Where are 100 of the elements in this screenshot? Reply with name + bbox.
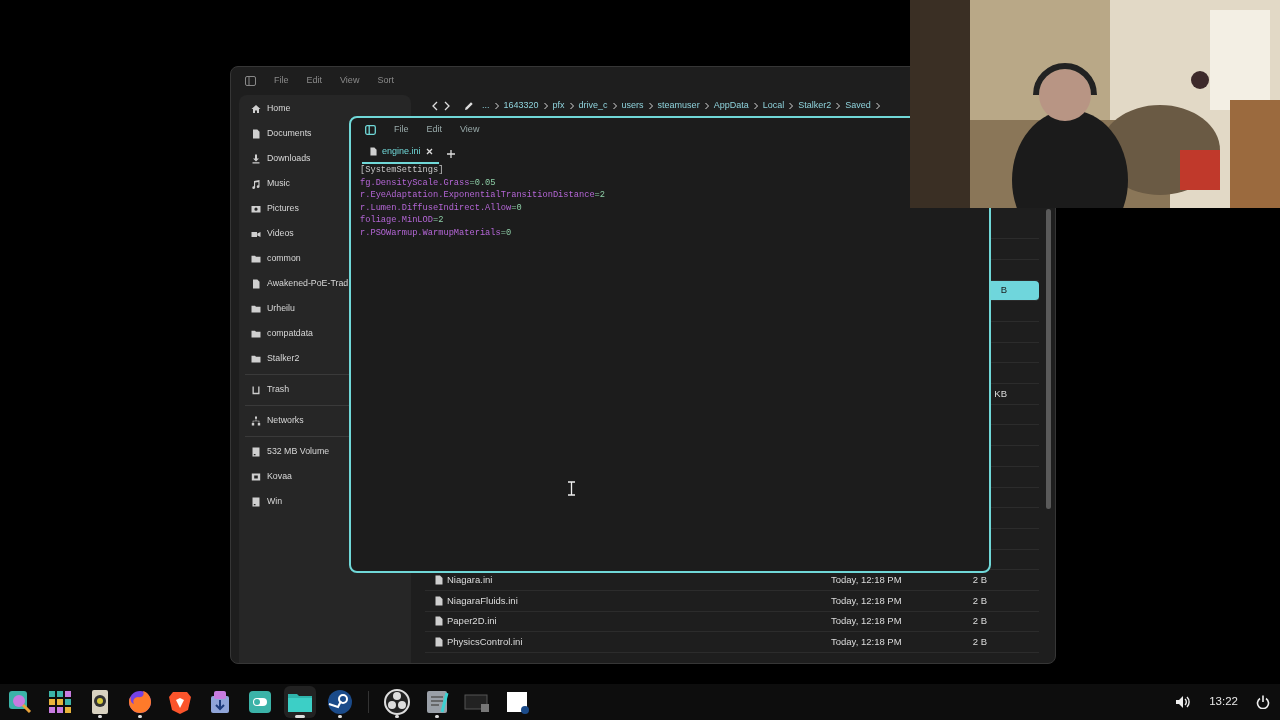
breadcrumb-link[interactable]: ... (482, 99, 490, 113)
browser-icon (126, 688, 154, 716)
chevron-icon (647, 101, 654, 111)
tab-label: engine.ini (382, 144, 421, 158)
volume-icon[interactable] (1175, 695, 1192, 709)
file-row[interactable]: NiagaraFluids.ini Today, 12:18 PM 2 B (425, 590, 1039, 612)
sidebar-item[interactable]: Downloads (239, 146, 311, 171)
text-cursor-icon (567, 481, 576, 496)
document-icon (251, 128, 261, 139)
file-size: 2 B (972, 636, 987, 648)
menu-item[interactable]: View (340, 74, 360, 88)
sidebar-item[interactable]: Networks (239, 408, 304, 433)
menu-item[interactable]: View (460, 123, 480, 137)
chevron-icon (752, 101, 759, 111)
modified-date: Today, 12:18 PM (831, 615, 902, 627)
chevron-icon (493, 101, 500, 111)
sidebar-toggle-icon[interactable] (245, 76, 256, 86)
file-size: KB (994, 387, 1007, 399)
back-icon[interactable] (431, 101, 439, 111)
sidebar-item[interactable]: Music (239, 171, 290, 196)
home-icon (251, 103, 261, 114)
file-name: Paper2D.ini (447, 614, 497, 629)
folder-icon (251, 328, 261, 339)
sidebar-item[interactable]: Awakened-PoE-Trad (239, 271, 349, 296)
scrollbar[interactable] (1046, 209, 1051, 509)
modified-date: Today, 12:18 PM (831, 594, 902, 606)
sidebar-item[interactable]: Urheilu (239, 296, 295, 321)
pencil-icon[interactable] (464, 101, 474, 111)
code-line: [SystemSettings] (360, 164, 444, 177)
breadcrumb-link[interactable]: Saved (845, 99, 871, 113)
breadcrumb-link[interactable]: AppData (713, 99, 749, 113)
chevron-icon (542, 101, 549, 111)
sidebar-item[interactable]: Kovaa (239, 464, 292, 489)
picture-icon (251, 203, 261, 214)
sidebar-item[interactable]: 532 MB Volume (239, 439, 330, 464)
document-icon (251, 278, 261, 289)
trash-icon (251, 384, 261, 395)
chevron-icon (874, 101, 881, 111)
code-line: r.PSOWarmup.WarmupMaterials=0 (360, 226, 512, 239)
chevron-icon (788, 101, 795, 111)
code-line: foliage.MinLOD=2 (360, 214, 444, 227)
file-row[interactable]: PhysicsControl.ini Today, 12:18 PM 2 B (425, 632, 1039, 653)
file-name: NiagaraFluids.ini (447, 593, 518, 608)
file-size: B (1000, 284, 1007, 296)
music-icon (251, 178, 261, 189)
sidebar-item[interactable]: Videos (239, 221, 294, 246)
file-size: 2 B (972, 594, 987, 606)
sidebar-item[interactable]: compatdata (239, 321, 313, 346)
clock[interactable]: 13:22 (1209, 693, 1238, 711)
breadcrumb-link[interactable]: Local (762, 99, 785, 113)
menu-item[interactable]: File (394, 123, 409, 137)
sidebar-item[interactable]: Win (239, 489, 283, 514)
forward-icon[interactable] (443, 101, 451, 111)
breadcrumb-link[interactable]: users (621, 99, 644, 113)
sidebar-toggle-icon[interactable] (365, 125, 376, 135)
code-line: fg.DensityScale.Grass=0.05 (360, 176, 496, 189)
network-icon (251, 415, 261, 426)
file-size: 2 B (972, 573, 987, 585)
drive-icon (251, 446, 261, 457)
folder-icon (251, 253, 261, 264)
drive-icon (251, 496, 261, 507)
app-grid-icon (46, 688, 74, 716)
frame-icon (251, 471, 261, 482)
steam-icon (326, 688, 354, 716)
sidebar-item[interactable]: Pictures (239, 196, 299, 221)
sidebar-item[interactable]: Documents (239, 121, 312, 146)
sidebar-item[interactable]: Home (239, 96, 291, 121)
breadcrumb-link[interactable]: 1643320 (503, 99, 539, 113)
menu-item[interactable]: Edit (426, 123, 443, 137)
folder-icon (251, 353, 261, 364)
file-name: PhysicsControl.ini (447, 635, 523, 650)
modified-date: Today, 12:18 PM (831, 573, 902, 585)
file-icon (435, 616, 443, 627)
taskbar-button[interactable] (284, 686, 316, 718)
code-line: r.EyeAdaptation.ExponentialTransitionDistance=2 (360, 189, 606, 202)
sidebar-item[interactable]: common (239, 246, 301, 271)
chevron-icon (835, 101, 842, 111)
menu-item[interactable]: Sort (377, 74, 394, 88)
chevron-icon (611, 101, 618, 111)
chevron-icon (703, 101, 710, 111)
power-icon[interactable] (1256, 695, 1270, 709)
taskbar-button[interactable] (381, 686, 413, 718)
sidebar-item[interactable]: Trash (239, 377, 290, 402)
sidebar-item[interactable]: Stalker2 (239, 346, 300, 371)
folder-icon (251, 303, 261, 314)
file-row[interactable]: Paper2D.ini Today, 12:18 PM 2 B (425, 611, 1039, 633)
add-tab-icon[interactable] (446, 150, 455, 158)
file-name: Niagara.ini (447, 572, 493, 587)
breadcrumb-link[interactable]: pfx (552, 99, 565, 113)
breadcrumb-link[interactable]: steamuser (657, 99, 700, 113)
breadcrumb-link[interactable]: drive_c (578, 99, 608, 113)
close-icon[interactable] (425, 147, 433, 155)
breadcrumb-link[interactable]: Stalker2 (798, 99, 832, 113)
menu-item[interactable]: Edit (306, 74, 323, 88)
file-tab[interactable]: engine.ini (362, 144, 439, 164)
chevron-icon (568, 101, 575, 111)
menu-item[interactable]: File (274, 74, 289, 88)
file-size: 2 B (972, 615, 987, 627)
file-icon (435, 575, 443, 586)
toggle-icon (246, 688, 274, 716)
